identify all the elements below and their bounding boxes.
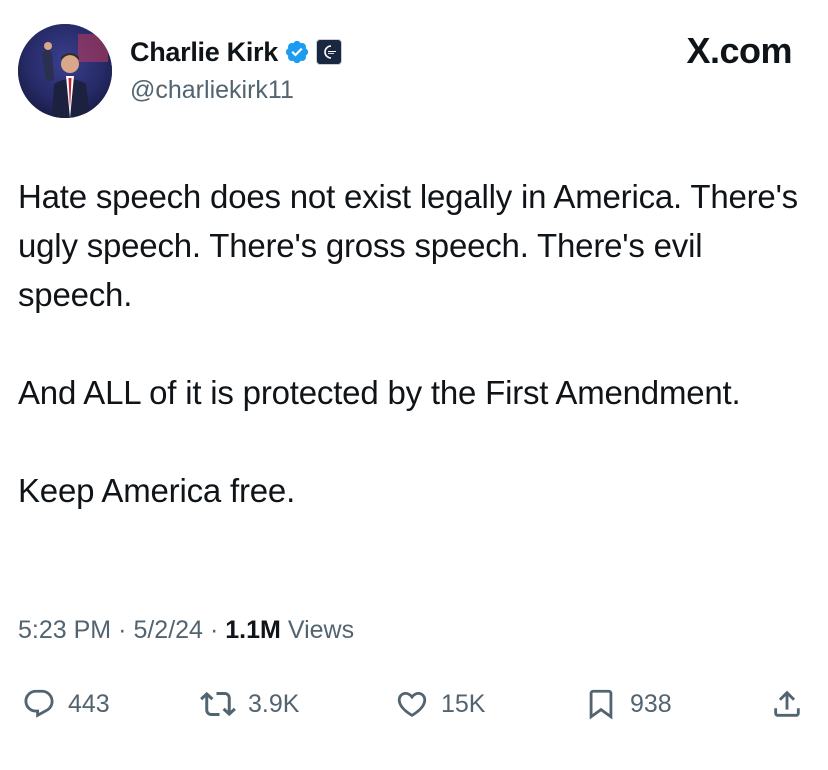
bookmark-count: 938 [630,689,672,718]
bookmark-button[interactable]: 938 [584,680,672,728]
like-button[interactable]: 15K [395,680,485,728]
bookmark-icon [589,689,613,720]
repost-button[interactable]: 3.9K [200,680,299,728]
tweet-text: Hate speech does not exist legally in Am… [18,172,808,515]
avatar[interactable] [18,24,112,118]
repost-icon [200,691,236,717]
tweet-time[interactable]: 5:23 PM [18,616,111,645]
separator-dot: · [118,616,127,644]
tweet-paragraph-2: And ALL of it is protected by the First … [18,374,741,411]
verified-badge-icon[interactable] [284,39,310,65]
share-icon [774,690,800,717]
author-name-row: Charlie Kirk [130,32,342,72]
tweet-paragraph-3: Keep America free. [18,472,296,509]
user-handle[interactable]: @charliekirk11 [130,76,294,105]
separator-dot: · [209,616,219,644]
reply-icon [24,689,54,718]
action-bar: 443 3.9K 15K 938 [0,680,828,728]
brand-text: X.com [686,30,792,71]
views-count: 1.1M [225,616,281,644]
share-button[interactable] [770,680,804,728]
tweet-metadata: 5:23 PM · 5/2/24 · 1.1M Views [18,616,354,645]
affiliate-badge-icon[interactable] [315,39,342,65]
heart-icon [397,691,427,717]
display-name[interactable]: Charlie Kirk [130,37,278,68]
repost-count: 3.9K [248,689,300,718]
reply-button[interactable]: 443 [22,680,110,728]
reply-count: 443 [68,689,110,718]
views-label: Views [287,616,355,644]
x-com-logo: X.com [686,30,792,72]
tweet-date[interactable]: 5/2/24 [133,616,203,645]
tweet-paragraph-1: Hate speech does not exist legally in Am… [18,178,798,313]
avatar-photo [18,24,112,118]
like-count: 15K [441,689,486,718]
